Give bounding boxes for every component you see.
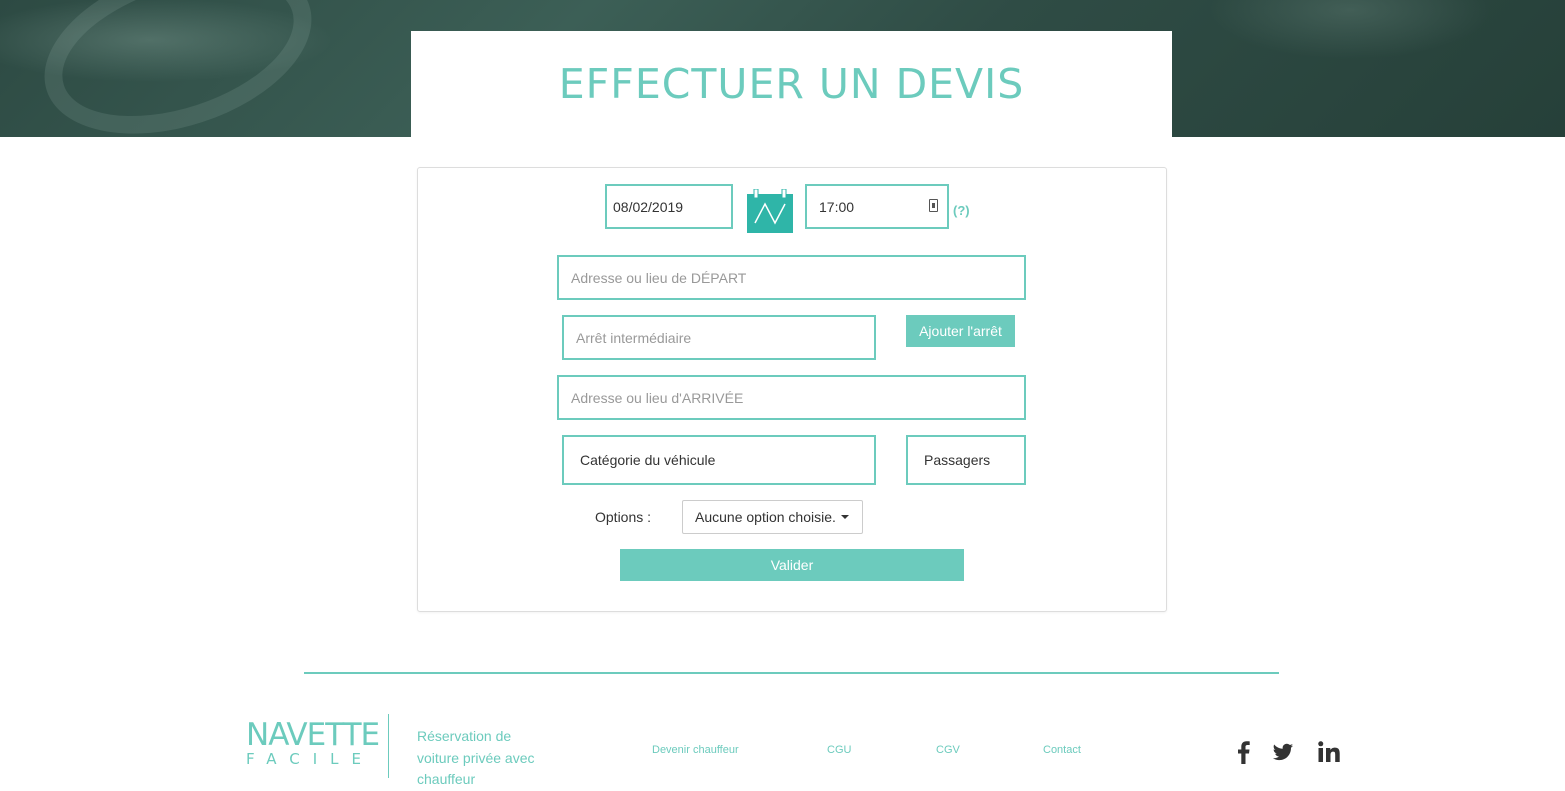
footer-link-become-driver[interactable]: Devenir chauffeur [652, 744, 739, 756]
caret-down-icon [840, 515, 849, 519]
calendar-icon[interactable] [747, 189, 793, 233]
twitter-icon[interactable] [1272, 740, 1294, 764]
date-input[interactable] [605, 184, 733, 229]
vehicle-category-select[interactable]: Catégorie du véhicule [562, 435, 876, 485]
footer-link-contact[interactable]: Contact [1043, 744, 1081, 756]
logo-line2: FACILE [246, 750, 374, 768]
linkedin-icon[interactable] [1317, 740, 1341, 764]
submit-button[interactable]: Valider [620, 549, 964, 581]
footer-tagline: Réservation de voiture privée avec chauf… [417, 728, 535, 787]
footer-link-cgu[interactable]: CGU [827, 744, 851, 756]
help-link[interactable]: (?) [953, 203, 970, 218]
footer-divider [304, 672, 1279, 674]
title-box: EFFECTUER UN DEVIS [411, 31, 1172, 137]
time-input[interactable] [805, 184, 949, 229]
logo-line1: NAVETTE [246, 717, 380, 753]
passengers-label: Passagers [924, 452, 991, 468]
arrival-address-input[interactable] [557, 375, 1026, 420]
hero-background-shape [22, 0, 334, 165]
footer-link-cgv[interactable]: CGV [936, 744, 960, 756]
options-label: Options : [595, 509, 652, 525]
footer-logo[interactable]: NAVETTE FACILE [246, 714, 389, 778]
facebook-icon[interactable] [1233, 740, 1255, 764]
page-title: EFFECTUER UN DEVIS [558, 60, 1025, 108]
options-dropdown[interactable]: Aucune option choisie. [682, 500, 863, 534]
add-stop-button[interactable]: Ajouter l'arrêt [906, 315, 1015, 347]
time-picker-icon[interactable] [929, 199, 938, 212]
intermediate-stop-input[interactable] [562, 315, 876, 360]
vehicle-category-label: Catégorie du véhicule [580, 452, 716, 468]
options-dropdown-value: Aucune option choisie. [695, 509, 836, 525]
passengers-select[interactable]: Passagers [906, 435, 1026, 485]
departure-address-input[interactable] [557, 255, 1026, 300]
